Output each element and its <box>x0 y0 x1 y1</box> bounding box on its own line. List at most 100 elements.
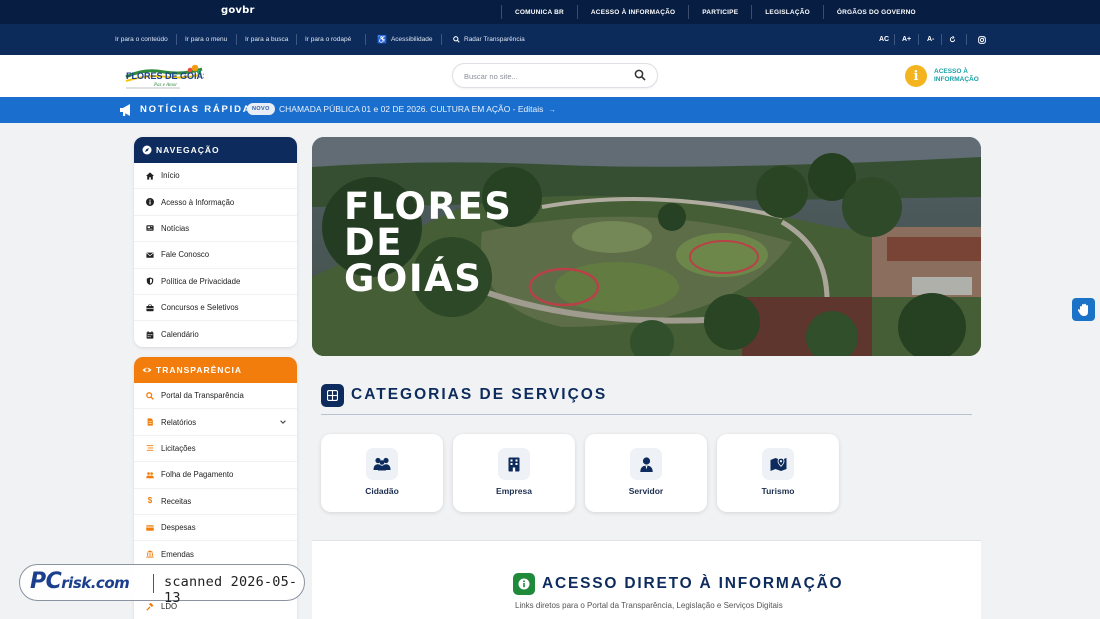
navigation-panel: NAVEGAÇÃO Início Acesso à Informação Not… <box>134 137 297 347</box>
briefcase-icon <box>146 304 154 311</box>
skip-menu-link[interactable]: Ir para o menu <box>185 24 227 55</box>
arrow-right-icon: → <box>548 107 556 114</box>
divider <box>441 34 442 45</box>
employee-icon <box>630 448 662 480</box>
category-card-servidor[interactable]: Servidor <box>585 434 707 512</box>
service-categories-section: CATEGORIAS DE SERVIÇOS Cidadão Empresa S… <box>312 358 981 539</box>
govbr-logo[interactable]: govbr <box>221 5 255 16</box>
search-icon <box>146 391 154 400</box>
flores-de-goias-logo[interactable]: FLORES DE GOIÁS - GO Paz e Amor <box>124 63 231 89</box>
divider <box>365 34 366 45</box>
sign-language-button[interactable] <box>1072 298 1095 321</box>
search-box <box>452 63 658 88</box>
gov-link-legislacao[interactable]: LEGISLAÇÃO <box>752 9 823 16</box>
radar-link[interactable]: Radar Transparência <box>453 24 525 55</box>
transp-item-portal[interactable]: Portal da Transparência <box>134 383 297 410</box>
info-icon <box>146 198 154 207</box>
category-label: Cidadão <box>365 486 399 496</box>
site-header: FLORES DE GOIÁS - GO Paz e Amor i ACESSO… <box>0 55 1100 97</box>
nav-item-inicio[interactable]: Início <box>134 163 297 190</box>
category-card-empresa[interactable]: Empresa <box>453 434 575 512</box>
news-ticker: NOTÍCIAS RÁPIDAS - NOVO CHAMADA PÚBLICA … <box>0 97 1100 123</box>
transp-item-licitacoes[interactable]: Licitações <box>134 436 297 463</box>
nav-item-calendario[interactable]: Calendário <box>134 321 297 347</box>
transparency-header: TRANSPARÊNCIA <box>134 357 297 383</box>
nav-item-privacidade[interactable]: Política de Privacidade <box>134 269 297 295</box>
newspaper-icon <box>146 225 154 232</box>
divider <box>941 34 942 45</box>
divider <box>894 34 895 45</box>
reset-icon[interactable] <box>949 24 956 55</box>
news-label: NOTÍCIAS RÁPIDAS <box>140 104 260 115</box>
search-icon[interactable] <box>634 69 646 81</box>
gov-top-bar: govbr COMUNICA BR ACESSO À INFORMAÇÃO PA… <box>0 0 1100 24</box>
map-icon <box>762 448 794 480</box>
scan-date: scanned 2026-05-13 <box>164 574 298 606</box>
transp-item-receitas[interactable]: $ Receitas <box>134 489 297 515</box>
divider <box>966 34 967 45</box>
skip-search-link[interactable]: Ir para a busca <box>245 24 288 55</box>
shield-icon <box>146 277 154 286</box>
eye-icon <box>142 367 152 373</box>
direct-access-section: ACESSO DIRETO À INFORMAÇÃO Links diretos… <box>312 540 981 619</box>
citizens-icon <box>366 448 398 480</box>
gavel-icon <box>146 602 154 611</box>
chevron-down-icon[interactable] <box>279 418 287 426</box>
search-input[interactable] <box>464 69 624 83</box>
font-increase-button[interactable]: A+ <box>902 24 911 55</box>
hero-banner: FLORES DE GOIÁS <box>312 137 981 356</box>
divider <box>236 34 237 45</box>
users-icon <box>146 472 154 479</box>
hand-icon <box>1077 303 1088 316</box>
grid-icon <box>321 384 344 407</box>
dollar-icon: $ <box>147 496 153 506</box>
direct-access-title: ACESSO DIRETO À INFORMAÇÃO <box>542 575 844 592</box>
nav-item-noticias[interactable]: Notícias <box>134 216 297 243</box>
news-separator: - <box>234 104 237 114</box>
gov-links: COMUNICA BR ACESSO À INFORMAÇÃO PARTICIP… <box>501 0 929 24</box>
skip-footer-link[interactable]: Ir para o rodapé <box>305 24 351 55</box>
building-icon <box>498 448 530 480</box>
instagram-icon[interactable] <box>978 24 986 55</box>
accessibility-bar: Ir para o conteúdo Ir para o menu Ir par… <box>0 24 1100 55</box>
news-headline-link[interactable]: CHAMADA PÚBLICA 01 e 02 DE 2026. CULTURA… <box>279 104 556 114</box>
category-card-turismo[interactable]: Turismo <box>717 434 839 512</box>
gov-link-comunica[interactable]: COMUNICA BR <box>502 9 577 16</box>
card-icon <box>146 524 154 531</box>
accessibility-link[interactable]: ♿ Acessibilidade <box>377 24 433 55</box>
category-label: Servidor <box>628 486 664 496</box>
gov-link-acesso[interactable]: ACESSO À INFORMAÇÃO <box>578 9 688 16</box>
pcrisk-watermark: PCrisk.com scanned 2026-05-13 <box>19 564 305 606</box>
skip-content-link[interactable]: Ir para o conteúdo <box>115 24 168 55</box>
logo-text: FLORES DE GOIÁS - GO <box>126 71 204 81</box>
transp-item-folha[interactable]: Folha de Pagamento <box>134 462 297 489</box>
divider <box>153 574 154 593</box>
gov-link-participe[interactable]: PARTICIPE <box>689 9 751 16</box>
transp-item-relatorios[interactable]: Relatórios <box>134 409 297 436</box>
gov-link-orgaos[interactable]: ÓRGÃOS DO GOVERNO <box>824 9 929 16</box>
logo-tagline: Paz e Amor <box>153 83 177 88</box>
nav-item-acesso-informacao[interactable]: Acesso à Informação <box>134 189 297 216</box>
pcrisk-logo: PCrisk.com <box>30 569 130 594</box>
calendar-icon <box>146 330 154 339</box>
category-card-cidadao[interactable]: Cidadão <box>321 434 443 512</box>
transp-item-despesas[interactable]: Despesas <box>134 515 297 542</box>
list-icon <box>146 445 154 452</box>
divider <box>918 34 919 45</box>
nav-item-concursos[interactable]: Concursos e Seletivos <box>134 295 297 322</box>
contrast-button[interactable]: AC <box>879 24 889 55</box>
acesso-label: ACESSO À INFORMAÇÃO <box>934 68 979 83</box>
envelope-icon <box>146 252 154 258</box>
direct-access-subtitle: Links diretos para o Portal da Transparê… <box>515 601 783 610</box>
category-label: Empresa <box>496 486 532 496</box>
info-icon: i <box>905 65 927 87</box>
acesso-informacao-link[interactable]: i ACESSO À INFORMAÇÃO <box>905 65 986 87</box>
divider <box>176 34 177 45</box>
radar-label: Radar Transparência <box>464 36 525 43</box>
nav-item-fale-conosco[interactable]: Fale Conosco <box>134 242 297 269</box>
font-decrease-button[interactable]: A- <box>927 24 934 55</box>
category-label: Turismo <box>761 486 795 496</box>
hero-title: FLORES DE GOIÁS <box>344 185 513 300</box>
navigation-header: NAVEGAÇÃO <box>134 137 297 163</box>
megaphone-icon <box>120 104 130 116</box>
